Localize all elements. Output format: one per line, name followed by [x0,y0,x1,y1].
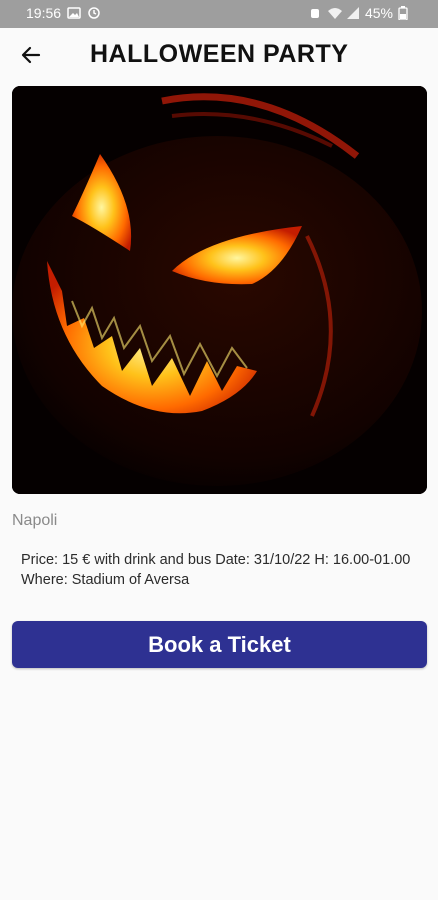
signal-icon [346,6,360,20]
event-location: Napoli [12,512,58,529]
sync-icon [87,6,101,20]
status-right: 45% [308,5,412,21]
image-icon [67,6,81,20]
alarm-icon [308,6,322,20]
book-ticket-button[interactable]: Book a Ticket [12,621,427,668]
back-button[interactable] [14,40,48,74]
status-left: 19:56 [26,5,101,21]
battery-percent: 45% [364,5,393,21]
wifi-icon [327,6,342,20]
app-bar: HALLOWEEN PARTY [0,28,438,84]
battery-icon [398,6,412,21]
event-image [12,86,427,494]
status-time: 19:56 [26,5,62,21]
status-bar: 19:56 45% [0,0,438,28]
event-description: Price: 15 € with drink and bus Date: 31/… [21,552,411,588]
book-ticket-label: Book a Ticket [148,631,291,657]
arrow-left-icon [21,45,41,70]
page-title: HALLOWEEN PARTY [90,40,349,68]
